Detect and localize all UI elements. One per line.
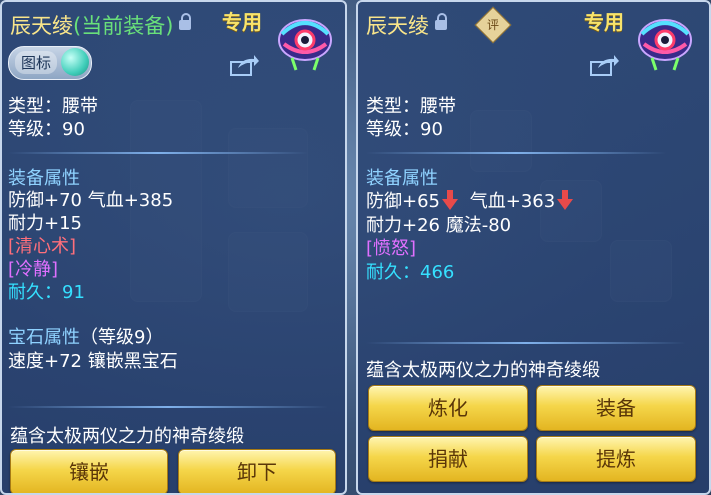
special-label: 专用	[584, 10, 624, 34]
attributes-line-1: 防御+70 气血+385	[8, 190, 174, 211]
divider	[366, 152, 666, 154]
divider	[8, 406, 328, 408]
item-level: 等级：90	[366, 119, 443, 140]
attributes-line-2: 耐力+26 魔法-80	[366, 215, 512, 236]
lock-icon	[435, 13, 447, 30]
divider	[366, 342, 686, 344]
gem-level: （等级9）	[80, 327, 164, 348]
item-title: 辰天绫(当前装备)	[10, 10, 192, 40]
attributes-line-2: 耐力+15	[8, 213, 82, 234]
skill-1: [清心术]	[8, 236, 77, 257]
gem-header: 宝石属性	[8, 327, 80, 348]
donate-button[interactable]: 捐献	[368, 436, 528, 482]
attributes-header: 装备属性	[8, 168, 80, 189]
share-icon[interactable]	[590, 54, 620, 76]
unequip-button[interactable]: 卸下	[178, 449, 336, 493]
item-type: 类型：腰带	[366, 96, 456, 117]
current-equipment-panel: 辰天绫(当前装备) 专用 图标 类型：腰带 等级：90 装备属性 防御+70 气…	[0, 0, 347, 495]
mask-item-icon	[278, 19, 332, 71]
hp-value: 气血+363	[469, 191, 556, 212]
item-type: 类型：腰带	[8, 96, 98, 117]
share-icon[interactable]	[230, 54, 260, 76]
special-label: 专用	[222, 10, 262, 34]
skill-1: [愤怒]	[366, 238, 417, 259]
compare-equipment-panel: 辰天绫 评 专用 类型：腰带 等级：90 装备属性 防御+65 气血+363 耐…	[356, 0, 711, 495]
item-name: 辰天绫	[10, 14, 73, 38]
attributes-line-1: 防御+65 气血+363	[366, 190, 574, 213]
extract-button[interactable]: 提炼	[536, 436, 696, 482]
down-arrow-icon	[442, 190, 458, 210]
item-description: 蕴含太极两仪之力的神奇绫缎	[366, 360, 600, 381]
equip-button[interactable]: 装备	[536, 385, 696, 431]
lock-icon	[179, 13, 192, 30]
item-title: 辰天绫	[366, 10, 447, 40]
divider	[8, 152, 308, 154]
down-arrow-icon	[557, 190, 574, 210]
item-description: 蕴含太极两仪之力的神奇绫缎	[10, 426, 244, 447]
durability: 耐久：91	[8, 282, 85, 303]
item-level: 等级：90	[8, 119, 85, 140]
current-equipped-tag: (当前装备)	[73, 14, 174, 38]
inlay-button[interactable]: 镶嵌	[10, 449, 168, 493]
rating-badge[interactable]: 评	[474, 6, 512, 44]
item-name: 辰天绫	[366, 14, 429, 38]
defense-value: 防御+65	[366, 191, 440, 212]
attributes-header: 装备属性	[366, 168, 438, 189]
durability: 耐久：466	[366, 262, 455, 283]
skill-2: [冷静]	[8, 259, 59, 280]
gem-line: 速度+72 镶嵌黑宝石	[8, 351, 178, 372]
rating-badge-label: 评	[486, 18, 499, 32]
icon-toggle[interactable]: 图标	[8, 46, 92, 80]
icon-toggle-label: 图标	[15, 51, 58, 74]
toggle-knob	[61, 48, 89, 76]
gem-attributes: 宝石属性（等级9）	[8, 327, 163, 349]
mask-item-icon	[638, 19, 692, 71]
refine-button[interactable]: 炼化	[368, 385, 528, 431]
